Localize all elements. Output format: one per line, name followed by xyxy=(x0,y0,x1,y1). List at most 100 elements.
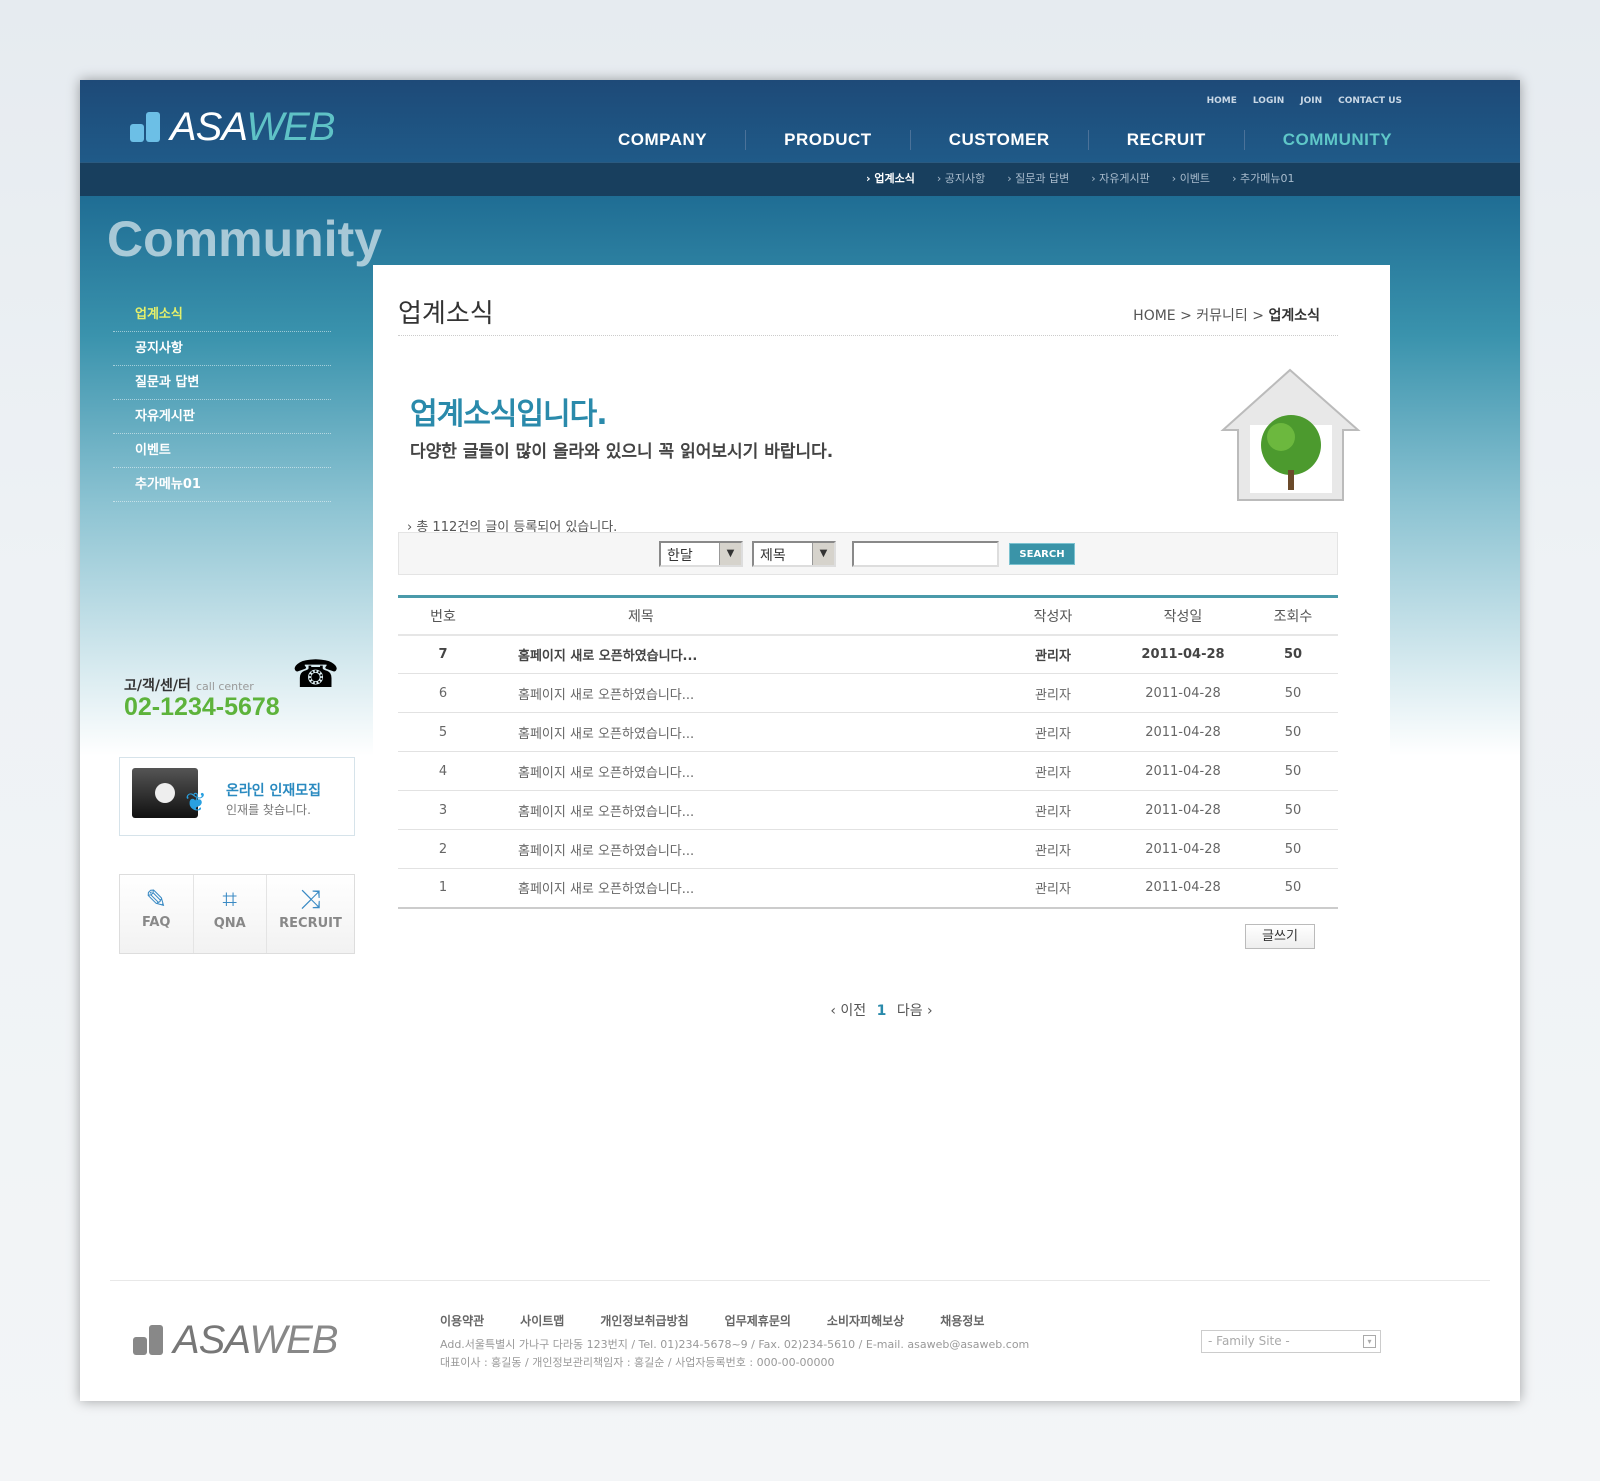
footer-link[interactable]: 업무제휴문의 xyxy=(725,1312,791,1329)
table-row[interactable]: 4 홈페이지 새로 오픈하였습니다... 관리자 2011-04-28 50 xyxy=(398,751,1338,791)
row-date: 2011-04-28 xyxy=(1118,790,1248,830)
phone-plant-icon: ☎ xyxy=(292,652,340,696)
section-title: Community xyxy=(107,211,382,267)
logo-text-accent: WEB xyxy=(249,1318,338,1362)
logo-mark-icon xyxy=(130,112,160,142)
footer-link[interactable]: 사이트맵 xyxy=(520,1312,564,1329)
row-views: 50 xyxy=(1248,712,1338,752)
next-page[interactable]: 다음 › xyxy=(897,1003,933,1019)
sidebar-item[interactable]: 공지사항 xyxy=(113,332,331,366)
sidebar-item[interactable]: 이벤트 xyxy=(113,434,331,468)
contact-link[interactable]: CONTACT US xyxy=(1338,96,1402,106)
row-date: 2011-04-28 xyxy=(1118,673,1248,713)
butterfly-icon: ❦ xyxy=(185,788,207,818)
footer-company-info: 대표이사 : 홍길동 / 개인정보관리책임자 : 홍길순 / 사업자등록번호 :… xyxy=(440,1356,835,1369)
row-title[interactable]: 홈페이지 새로 오픈하였습니다... xyxy=(488,868,988,908)
top-links: HOME LOGIN JOIN CONTACT US xyxy=(1207,96,1402,106)
crop-icon: ⌗ xyxy=(222,885,238,915)
join-link[interactable]: JOIN xyxy=(1300,96,1322,106)
nav-customer[interactable]: CUSTOMER xyxy=(911,130,1089,150)
call-center: 고/객/센/터 call center 02-1234-5678 xyxy=(124,675,280,722)
row-number: 2 xyxy=(398,829,488,869)
logo[interactable]: ASAWEB xyxy=(130,105,335,150)
nav-company[interactable]: COMPANY xyxy=(580,130,747,150)
faq-button[interactable]: ✎ FAQ xyxy=(120,875,194,953)
row-number: 5 xyxy=(398,712,488,752)
footer-logo: ASAWEB xyxy=(133,1318,338,1363)
nav-community[interactable]: COMMUNITY xyxy=(1245,130,1430,150)
subnav-item[interactable]: 자유게시판 xyxy=(1091,170,1150,186)
page-title: 업계소식 xyxy=(398,299,494,329)
subnav-item[interactable]: 이벤트 xyxy=(1172,170,1210,186)
breadcrumb-home[interactable]: HOME xyxy=(1133,308,1175,324)
sidebar: 업계소식 공지사항 질문과 답변 자유게시판 이벤트 추가메뉴01 고/객/센/… xyxy=(107,262,372,1262)
sidebar-item[interactable]: 업계소식 xyxy=(113,298,331,332)
prev-page[interactable]: ‹ 이전 xyxy=(830,1003,866,1019)
row-title[interactable]: 홈페이지 새로 오픈하였습니다... xyxy=(488,829,988,869)
footer-link[interactable]: 채용정보 xyxy=(940,1312,984,1329)
main-nav: COMPANY PRODUCT CUSTOMER RECRUIT COMMUNI… xyxy=(580,130,1430,150)
search-input[interactable] xyxy=(852,541,999,567)
table-row[interactable]: 1 홈페이지 새로 오픈하였습니다... 관리자 2011-04-28 50 xyxy=(398,868,1338,908)
intro-subtitle: 다양한 글들이 많이 올라와 있으니 꼭 읽어보시기 바랍니다. xyxy=(410,442,834,462)
sidebar-item[interactable]: 자유게시판 xyxy=(113,400,331,434)
row-views: 50 xyxy=(1248,634,1338,674)
col-title: 제목 xyxy=(488,596,988,636)
subnav-item[interactable]: 질문과 답변 xyxy=(1007,170,1069,186)
field-select[interactable]: 제목 ▼ xyxy=(752,541,836,567)
recruit-banner[interactable]: ❦ 온라인 인재모집 인재를 찾습니다. xyxy=(119,757,355,836)
logo-text-accent: WEB xyxy=(246,105,335,149)
nav-recruit[interactable]: RECRUIT xyxy=(1089,130,1245,150)
write-button[interactable]: 글쓰기 xyxy=(1245,924,1315,949)
sidebar-item[interactable]: 추가메뉴01 xyxy=(113,468,331,502)
search-button[interactable]: SEARCH xyxy=(1009,543,1075,565)
content: 업계소식 HOME > 커뮤니티 > 업계소식 업계소식입니다. 다양한 글들이… xyxy=(373,265,1390,1355)
row-title[interactable]: 홈페이지 새로 오픈하였습니다... xyxy=(488,790,988,830)
current-page[interactable]: 1 xyxy=(877,1003,887,1019)
table-row[interactable]: 6 홈페이지 새로 오픈하였습니다... 관리자 2011-04-28 50 xyxy=(398,673,1338,713)
subnav-item[interactable]: 추가메뉴01 xyxy=(1232,170,1294,186)
next-label: 다음 xyxy=(896,1003,923,1019)
login-link[interactable]: LOGIN xyxy=(1253,96,1284,106)
qna-button[interactable]: ⌗ QNA xyxy=(194,875,267,953)
row-author: 관리자 xyxy=(988,673,1118,713)
table-row[interactable]: 2 홈페이지 새로 오픈하였습니다... 관리자 2011-04-28 50 xyxy=(398,829,1338,869)
nav-product[interactable]: PRODUCT xyxy=(746,130,911,150)
footer-link[interactable]: 소비자피해보상 xyxy=(827,1312,904,1329)
sidebar-item[interactable]: 질문과 답변 xyxy=(113,366,331,400)
period-select[interactable]: 한달 ▼ xyxy=(659,541,743,567)
col-author: 작성자 xyxy=(988,596,1118,636)
row-title[interactable]: 홈페이지 새로 오픈하였습니다... xyxy=(488,673,988,713)
period-value: 한달 xyxy=(667,548,693,564)
home-link[interactable]: HOME xyxy=(1207,96,1237,106)
row-date: 2011-04-28 xyxy=(1118,712,1248,752)
table-row[interactable]: 3 홈페이지 새로 오픈하였습니다... 관리자 2011-04-28 50 xyxy=(398,790,1338,830)
footer-link[interactable]: 이용약관 xyxy=(440,1312,484,1329)
row-author: 관리자 xyxy=(988,634,1118,674)
table-row[interactable]: 7 홈페이지 새로 오픈하였습니다... 관리자 2011-04-28 50 xyxy=(398,634,1338,674)
row-author: 관리자 xyxy=(988,829,1118,869)
search-bar: 한달 ▼ 제목 ▼ SEARCH xyxy=(398,532,1338,575)
subnav-item[interactable]: 공지사항 xyxy=(937,170,985,186)
shuffle-icon: ⤨ xyxy=(300,885,321,915)
row-author: 관리자 xyxy=(988,712,1118,752)
col-views: 조회수 xyxy=(1248,596,1338,636)
breadcrumb-item[interactable]: 커뮤니티 xyxy=(1196,308,1248,324)
faq-label: FAQ xyxy=(141,915,171,930)
table-row[interactable]: 5 홈페이지 새로 오픈하였습니다... 관리자 2011-04-28 50 xyxy=(398,712,1338,752)
chevron-down-icon: ▼ xyxy=(719,543,741,565)
row-date: 2011-04-28 xyxy=(1118,829,1248,869)
row-number: 1 xyxy=(398,868,488,908)
breadcrumb-current: 업계소식 xyxy=(1268,308,1320,324)
breadcrumb: HOME > 커뮤니티 > 업계소식 xyxy=(1133,308,1320,324)
subnav-item[interactable]: 업계소식 xyxy=(866,170,914,186)
pagination: ‹ 이전 1 다음 › xyxy=(373,1000,1390,1020)
family-site-select[interactable]: - Family Site - ▾ xyxy=(1201,1330,1381,1353)
recruit-button[interactable]: ⤨ RECRUIT xyxy=(267,875,354,953)
row-title[interactable]: 홈페이지 새로 오픈하였습니다... xyxy=(488,751,988,791)
logo-text: ASA xyxy=(170,105,247,149)
row-number: 6 xyxy=(398,673,488,713)
row-title[interactable]: 홈페이지 새로 오픈하였습니다... xyxy=(488,712,988,752)
row-title[interactable]: 홈페이지 새로 오픈하였습니다... xyxy=(488,634,988,674)
footer-link[interactable]: 개인정보취급방침 xyxy=(600,1312,688,1329)
